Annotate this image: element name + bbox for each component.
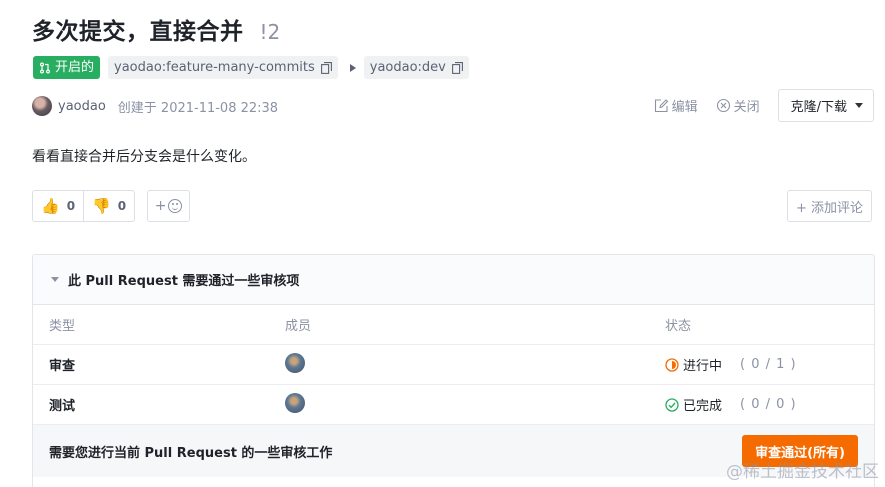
thumbs-down-count: 0 [117, 199, 127, 213]
review-panel-title: 此 Pull Request 需要通过一些审核项 [68, 274, 300, 289]
status-text: 已完成 [683, 399, 723, 414]
thumbs-up-button[interactable]: 👍 0 [33, 191, 83, 221]
status-count: ( 0 / 0 ) [740, 397, 797, 412]
avatar[interactable] [285, 352, 305, 373]
reactions-bar: 👍 0 👎 0 + [32, 190, 191, 222]
pull-request-icon [40, 62, 50, 74]
author-name[interactable]: yaodao [58, 99, 106, 114]
edit-icon [654, 99, 668, 113]
pr-number: !2 [259, 20, 281, 44]
review-type: 审查 [49, 359, 76, 374]
status-text: 进行中 [683, 359, 723, 374]
add-reaction-label: + [154, 198, 167, 214]
review-members [285, 352, 665, 377]
copy-icon[interactable] [451, 61, 463, 74]
review-status: 进行中 ( 0 / 1 ) [665, 355, 874, 374]
review-panel: 此 Pull Request 需要通过一些审核项 类型 成员 状态 审查 进行中… [32, 254, 875, 487]
table-header: 类型 成员 状态 [33, 305, 874, 345]
pr-actions: 编辑 关闭 克隆/下载 [654, 89, 874, 122]
caret-down-icon [51, 277, 59, 282]
thumbs-down-icon: 👎 [92, 197, 111, 215]
in-progress-icon [665, 357, 679, 372]
created-time: 创建于 2021-11-08 22:38 [117, 100, 279, 116]
watermark: @稀土掘金技术社区 [726, 462, 879, 482]
copy-icon[interactable] [320, 61, 332, 74]
smile-icon [168, 199, 183, 213]
add-comment-button[interactable]: + 添加评论 [786, 190, 872, 222]
pr-title-row: 多次提交，直接合并 !2 [32, 12, 280, 46]
thumbs-up-icon: 👍 [41, 197, 60, 215]
edit-button[interactable]: 编辑 [654, 96, 698, 115]
status-count: ( 0 / 1 ) [740, 357, 797, 372]
thumbs-down-button[interactable]: 👎 0 [83, 191, 134, 221]
review-table: 类型 成员 状态 审查 进行中 ( 0 / 1 ) 测试 已完成 (0 / 0… [33, 305, 874, 425]
review-type: 测试 [49, 399, 76, 414]
reaction-group: 👍 0 👎 0 [32, 190, 136, 222]
thumbs-up-count: 0 [66, 199, 76, 213]
review-panel-header[interactable]: 此 Pull Request 需要通过一些审核项 [33, 255, 874, 305]
close-label: 关闭 [733, 100, 760, 115]
source-branch[interactable]: yaodao:feature-many-commits [108, 56, 338, 79]
close-circle-icon [716, 98, 730, 113]
column-header-member: 成员 [285, 319, 312, 334]
page-title: 多次提交，直接合并 [32, 19, 244, 45]
source-branch-label: yaodao:feature-many-commits [114, 60, 315, 75]
target-branch[interactable]: yaodao:dev [363, 56, 469, 79]
review-footer-text: 需要您进行当前 Pull Request 的一些审核工作 [49, 445, 333, 461]
arrow-right-icon [349, 63, 356, 72]
chevron-down-icon [855, 103, 863, 108]
add-reaction-button[interactable]: + [147, 190, 191, 222]
branch-row: 开启的 yaodao:feature-many-commits yaodao:d… [33, 56, 469, 79]
pr-description: 看看直接合并后分支会是什么变化。 [32, 149, 256, 165]
column-header-status: 状态 [665, 319, 692, 334]
avatar[interactable] [285, 392, 305, 413]
edit-label: 编辑 [671, 100, 698, 115]
clone-label: 克隆/下载 [790, 100, 847, 115]
table-row: 测试 已完成 ( 0 / 0 ) [33, 385, 874, 425]
review-members [285, 392, 665, 417]
clone-download-button[interactable]: 克隆/下载 [777, 89, 874, 122]
column-header-type: 类型 [49, 319, 76, 334]
close-button[interactable]: 关闭 [716, 96, 760, 115]
status-label: 开启的 [55, 60, 95, 75]
author-row: yaodao 创建于 2021-11-08 22:38 [32, 96, 278, 116]
target-branch-label: yaodao:dev [369, 60, 446, 75]
review-status: 已完成 ( 0 / 0 ) [665, 395, 874, 414]
status-badge: 开启的 [33, 56, 101, 79]
avatar[interactable] [32, 96, 52, 116]
table-row: 审查 进行中 ( 0 / 1 ) [33, 345, 874, 385]
check-circle-icon [665, 397, 679, 412]
